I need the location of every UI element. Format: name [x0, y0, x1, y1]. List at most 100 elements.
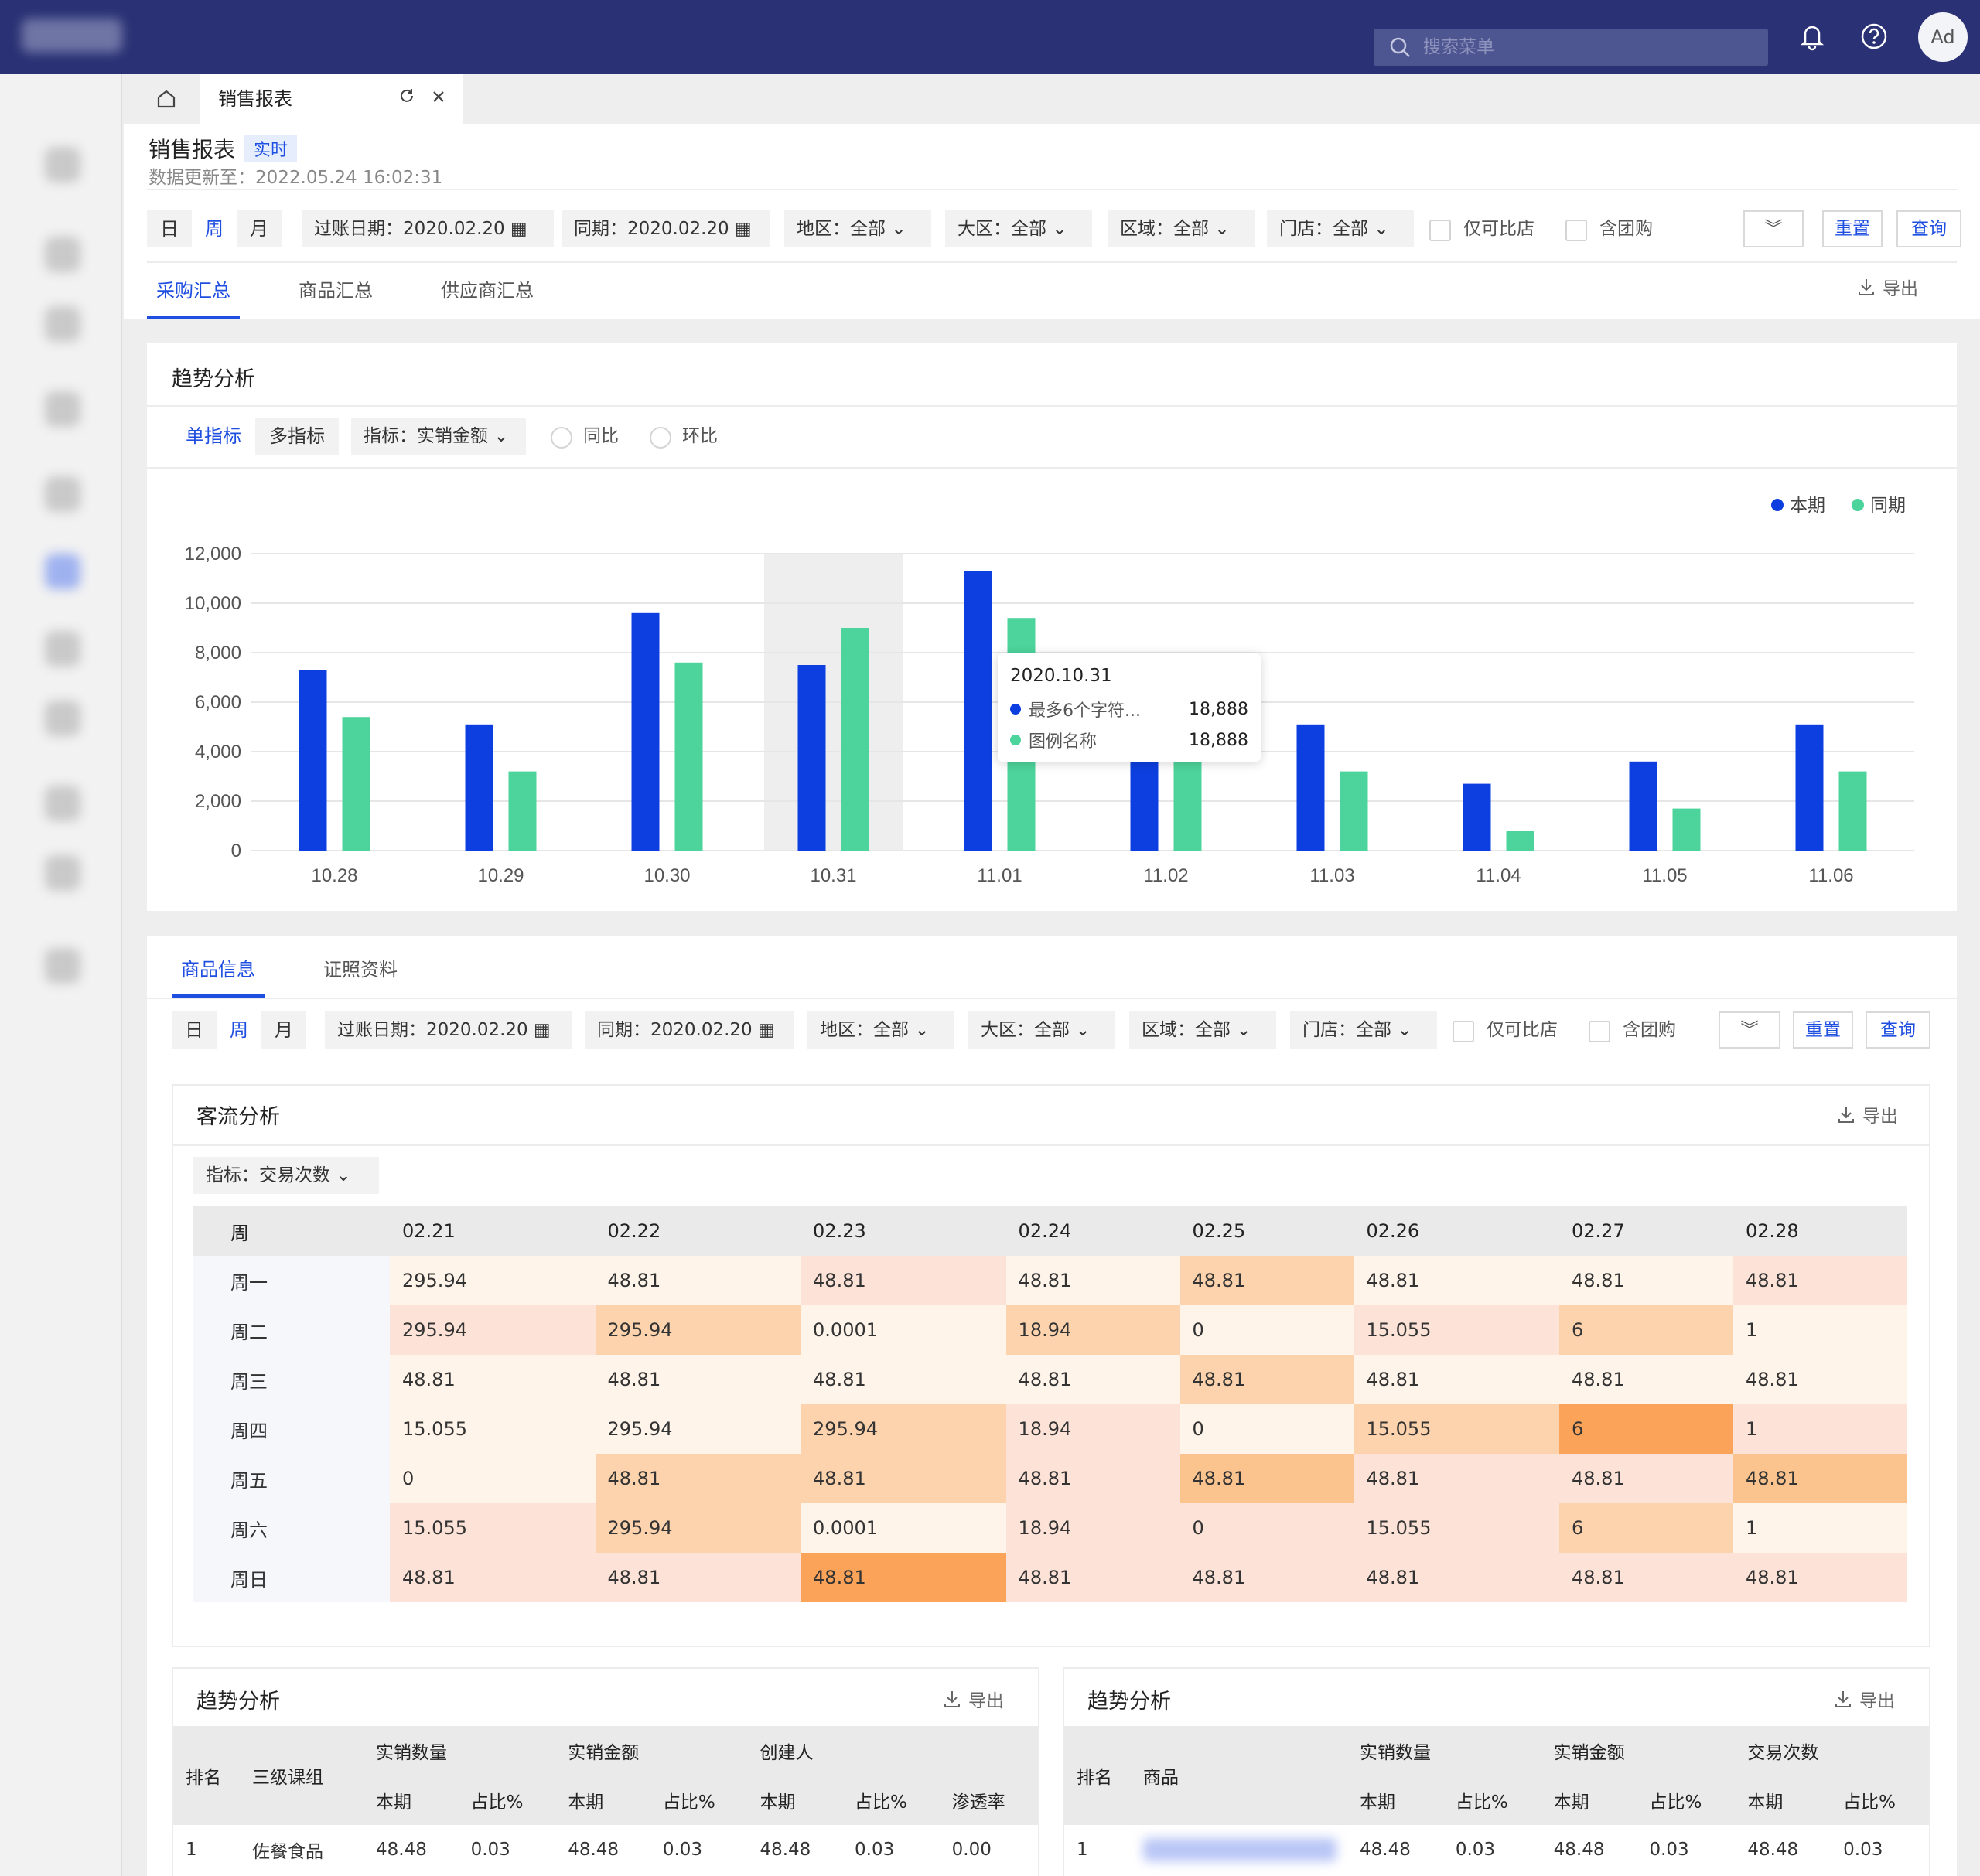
same-period-picker[interactable]: 同期：2020.02.20 ▦	[585, 1011, 794, 1049]
heat-cell: 48.81	[1179, 1355, 1354, 1404]
tooltip-row: 最多6个字符... 18,888	[1010, 694, 1248, 725]
bar-current[interactable]	[1296, 724, 1325, 851]
expand-button[interactable]: ︾	[1719, 1011, 1780, 1049]
row-label: 周六	[193, 1503, 390, 1553]
table-header-row: 周 02.21 02.22 02.23 02.24 02.25 02.26 02.27 02.2…	[193, 1206, 1907, 1256]
tab-product-info[interactable]: 商品信息	[181, 954, 255, 981]
group-buy-checkbox[interactable]: 含团购	[1589, 1011, 1676, 1049]
legend-label[interactable]: 本期	[1790, 495, 1825, 515]
bar-current[interactable]	[631, 612, 660, 851]
posting-date-picker[interactable]: 过账日期：2020.02.20 ▦	[325, 1011, 572, 1049]
table-row[interactable]: 周二 295.94 295.94 0.0001 18.94 0 15.055 6 1	[193, 1305, 1907, 1355]
y-tick-label: 2,000	[195, 791, 241, 812]
row-label: 周五	[193, 1454, 390, 1503]
traffic-metric-select[interactable]: 指标：交易次数 ⌄	[193, 1157, 379, 1194]
bar-current[interactable]	[1795, 724, 1824, 851]
heat-cell: 15.055	[1354, 1404, 1559, 1454]
col-date: 02.25	[1179, 1206, 1354, 1256]
zone-select[interactable]: 区域：全部 ⌄	[1129, 1011, 1276, 1049]
y-tick-label: 12,000	[185, 544, 241, 565]
heat-cell: 48.81	[1354, 1256, 1559, 1305]
sidebar-item[interactable]	[45, 948, 80, 984]
legend-label[interactable]: 同期	[1870, 495, 1906, 515]
heat-cell: 48.81	[1559, 1553, 1733, 1602]
col-sales-amount: 实销金额	[555, 1726, 748, 1775]
export-button[interactable]: 导出	[1836, 1101, 1898, 1127]
table-row[interactable]: 周三 48.81 48.81 48.81 48.81 48.81 48.81 48.81 48.…	[193, 1355, 1907, 1404]
legend-dot	[1852, 499, 1864, 511]
table-row[interactable]: 1 佐餐食品 48.48 0.03 48.48 0.03 48.48 0.03 …	[173, 1825, 1038, 1874]
region-select[interactable]: 地区：全部 ⌄	[807, 1011, 954, 1049]
heat-cell: 48.81	[1005, 1256, 1180, 1305]
tooltip-value: 18,888	[1189, 699, 1248, 719]
table-row[interactable]: 周六 15.055 295.94 0.0001 18.94 0 15.055 6 1	[193, 1503, 1907, 1553]
col-category: 三级课组	[240, 1726, 364, 1825]
tab-license[interactable]: 证照资料	[323, 954, 398, 981]
cell: 0.03	[470, 1840, 510, 1860]
calendar-icon: ▦	[534, 1020, 551, 1040]
query-button[interactable]: 查询	[1866, 1011, 1930, 1049]
cell: 0.03	[662, 1840, 703, 1860]
period-month[interactable]: 月	[261, 1011, 306, 1049]
heat-cell: 295.94	[801, 1404, 1006, 1454]
table-row[interactable]: 周五 0 48.81 48.81 48.81 48.81 48.81 48.81 48.81	[193, 1454, 1907, 1503]
cell: 48.48	[1553, 1840, 1605, 1860]
bar-same-period[interactable]	[508, 771, 537, 851]
table-row[interactable]: 1 48.48 0.03 48.48 0.03 48.48 0.03	[1064, 1825, 1929, 1874]
heat-cell: 48.81	[1354, 1553, 1559, 1602]
export-button[interactable]: 导出	[942, 1686, 1004, 1712]
cell: 48.48	[1360, 1840, 1411, 1860]
period-switch[interactable]: 日 周 月	[172, 1011, 306, 1049]
heat-cell: 6	[1559, 1503, 1733, 1553]
reset-button[interactable]: 重置	[1793, 1011, 1853, 1049]
cell: 0.03	[1455, 1840, 1496, 1860]
bar-current[interactable]	[964, 571, 992, 851]
trend-table-right: 排名 商品 实销数量 实销金额 交易次数 本期 占比% 本期 占比% 本期 占比…	[1064, 1726, 1929, 1874]
heat-cell: 18.94	[1005, 1503, 1180, 1553]
bar-same-period[interactable]	[342, 717, 370, 851]
comparable-checkbox[interactable]: 仅可比店	[1453, 1011, 1558, 1049]
row-label: 周四	[193, 1404, 390, 1454]
heat-cell: 48.81	[1005, 1454, 1180, 1503]
table-row[interactable]: 周四 15.055 295.94 295.94 18.94 0 15.055 6 1	[193, 1404, 1907, 1454]
export-button[interactable]: 导出	[1833, 1686, 1895, 1712]
heat-cell: 18.94	[1005, 1305, 1180, 1355]
heat-cell: 18.94	[1005, 1404, 1180, 1454]
heat-cell: 48.81	[595, 1553, 801, 1602]
x-tick-label: 10.31	[810, 865, 856, 886]
cell: 48.48	[568, 1840, 620, 1860]
bar-same-period[interactable]	[674, 662, 703, 851]
heat-cell: 0	[1179, 1503, 1354, 1553]
heat-cell: 48.81	[1732, 1355, 1907, 1404]
heat-cell: 48.81	[1732, 1256, 1907, 1305]
bar-current[interactable]	[299, 670, 327, 851]
col-share: 占比%	[1442, 1775, 1541, 1825]
period-day[interactable]: 日	[172, 1011, 217, 1049]
bar-same-period[interactable]	[1506, 831, 1534, 851]
heat-cell: 0.0001	[801, 1305, 1006, 1355]
bar-current[interactable]	[1463, 783, 1491, 851]
col-current: 本期	[1735, 1775, 1832, 1825]
period-week[interactable]: 周	[217, 1011, 261, 1049]
bar-same-period[interactable]	[1838, 771, 1867, 851]
bar-same-period[interactable]	[1672, 808, 1701, 851]
heat-cell: 48.81	[1354, 1355, 1559, 1404]
col-sales-qty: 实销数量	[364, 1726, 556, 1775]
col-current: 本期	[1347, 1775, 1443, 1825]
heat-cell: 0	[390, 1454, 596, 1503]
store-select[interactable]: 门店：全部 ⌄	[1290, 1011, 1437, 1049]
bar-same-period[interactable]	[1340, 771, 1368, 851]
bar-current[interactable]	[465, 724, 493, 851]
heat-cell: 48.81	[1005, 1355, 1180, 1404]
bar-current[interactable]	[797, 665, 826, 851]
x-tick-label: 11.04	[1476, 865, 1521, 886]
y-tick-label: 8,000	[195, 643, 241, 663]
table-row[interactable]: 周一 295.94 48.81 48.81 48.81 48.81 48.81 48.81 48…	[193, 1256, 1907, 1305]
table-row[interactable]: 周日 48.81 48.81 48.81 48.81 48.81 48.81 48.81 48.…	[193, 1553, 1907, 1602]
store-value: 门店：全部	[1302, 1020, 1391, 1040]
area-select[interactable]: 大区：全部 ⌄	[968, 1011, 1115, 1049]
bar-current[interactable]	[1629, 761, 1657, 851]
col-current: 本期	[364, 1775, 459, 1825]
bar-same-period[interactable]	[841, 628, 869, 851]
x-tick-label: 11.03	[1309, 865, 1354, 886]
